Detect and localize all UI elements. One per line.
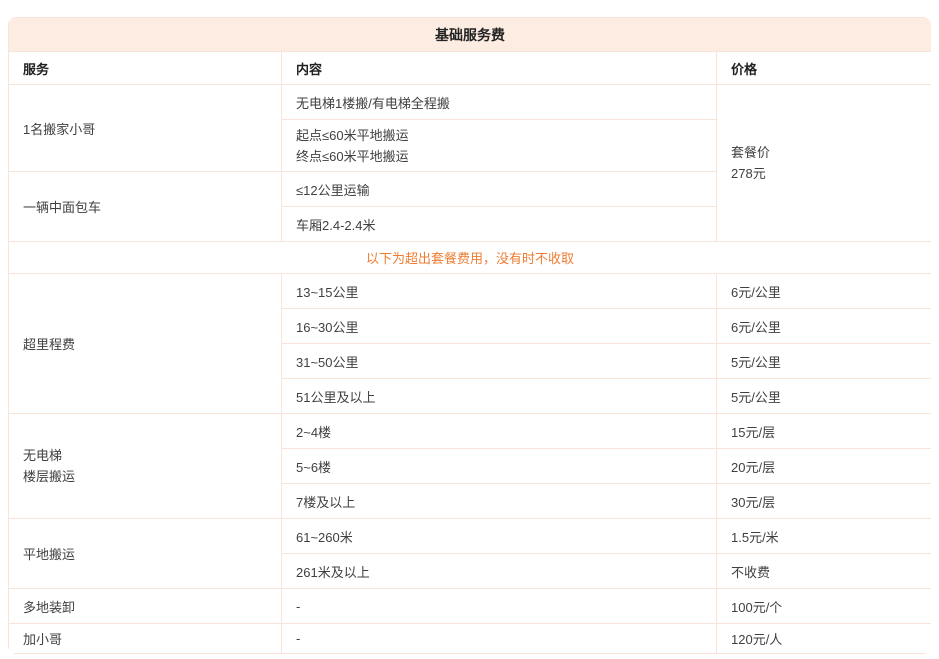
content-cell: 16~30公里: [282, 309, 717, 344]
content-cell: -: [282, 589, 717, 624]
price-cell: 20元/层: [717, 449, 932, 484]
price-cell: 100元/个: [717, 589, 932, 624]
content-cell: 13~15公里: [282, 274, 717, 309]
content-cell: 51公里及以上: [282, 379, 717, 414]
column-header-content: 内容: [282, 52, 717, 85]
price-cell: 不收费: [717, 554, 932, 589]
price-cell: 15元/层: [717, 414, 932, 449]
content-cell: 31~50公里: [282, 344, 717, 379]
column-header-service: 服务: [9, 52, 282, 85]
notice-row: 以下为超出套餐费用，没有时不收取: [9, 242, 932, 274]
price-cell: 6元/公里: [717, 309, 932, 344]
service-cell: 1名搬家小哥: [9, 85, 282, 172]
table-row: 加小哥 - 120元/人: [9, 624, 932, 654]
price-cell: 5元/公里: [717, 344, 932, 379]
service-cell: 多地装卸: [9, 589, 282, 624]
price-cell: 120元/人: [717, 624, 932, 654]
table-row: 平地搬运 61~260米 1.5元/米: [9, 519, 932, 554]
price-cell: 5元/公里: [717, 379, 932, 414]
content-cell: -: [282, 624, 717, 654]
price-cell: 6元/公里: [717, 274, 932, 309]
table-row: 无电梯 楼层搬运 2~4楼 15元/层: [9, 414, 932, 449]
content-cell: 2~4楼: [282, 414, 717, 449]
service-cell: 无电梯 楼层搬运: [9, 414, 282, 519]
service-cell: 超里程费: [9, 274, 282, 414]
content-cell: 261米及以上: [282, 554, 717, 589]
table-row: 超里程费 13~15公里 6元/公里: [9, 274, 932, 309]
content-cell: 起点≤60米平地搬运 终点≤60米平地搬运: [282, 120, 717, 172]
service-cell: 平地搬运: [9, 519, 282, 589]
notice-text: 以下为超出套餐费用，没有时不收取: [9, 242, 932, 274]
service-cell: 一辆中面包车: [9, 172, 282, 242]
service-cell: 加小哥: [9, 624, 282, 654]
content-cell: 车厢2.4-2.4米: [282, 207, 717, 242]
content-cell: ≤12公里运输: [282, 172, 717, 207]
table-header-row: 服务 内容 价格: [9, 52, 932, 85]
pricing-table-wrapper: 基础服务费 服务 内容 价格 1名搬家小哥 无电梯1楼搬/有电梯全程搬 套餐价 …: [8, 17, 931, 654]
table-row: 多地装卸 - 100元/个: [9, 589, 932, 624]
package-price-cell: 套餐价 278元: [717, 85, 932, 242]
content-cell: 7楼及以上: [282, 484, 717, 519]
price-cell: 30元/层: [717, 484, 932, 519]
content-cell: 5~6楼: [282, 449, 717, 484]
content-cell: 无电梯1楼搬/有电梯全程搬: [282, 85, 717, 120]
table-row: 1名搬家小哥 无电梯1楼搬/有电梯全程搬 套餐价 278元: [9, 85, 932, 120]
table-title-row: 基础服务费: [9, 18, 932, 52]
pricing-table: 基础服务费 服务 内容 价格 1名搬家小哥 无电梯1楼搬/有电梯全程搬 套餐价 …: [8, 17, 931, 654]
content-cell: 61~260米: [282, 519, 717, 554]
price-cell: 1.5元/米: [717, 519, 932, 554]
table-title: 基础服务费: [9, 18, 932, 52]
column-header-price: 价格: [717, 52, 932, 85]
